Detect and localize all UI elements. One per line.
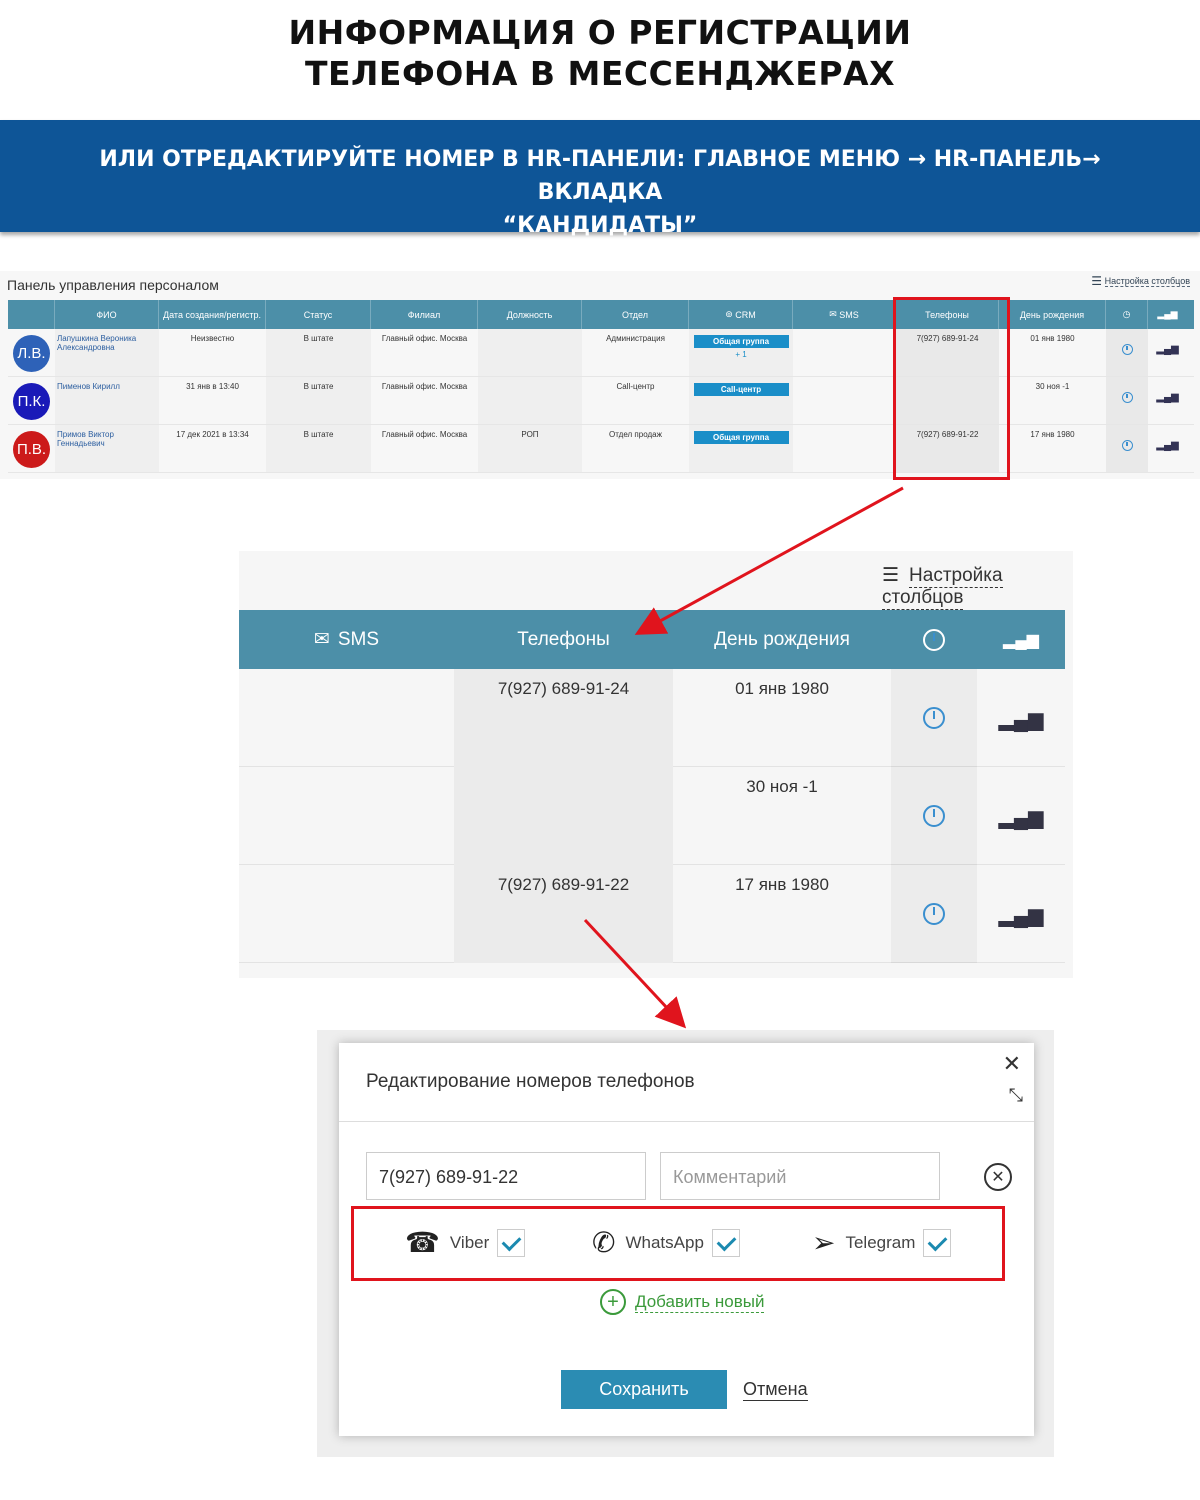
arrow-to-dialog <box>583 918 687 1029</box>
cancel-button[interactable]: Отмена <box>743 1379 808 1401</box>
dialog-divider <box>339 1121 1034 1122</box>
add-new-phone-link[interactable]: + Добавить новый <box>600 1289 765 1315</box>
arrow-to-zoomed <box>634 486 904 635</box>
remove-phone-button[interactable]: ✕ <box>984 1163 1012 1191</box>
comment-input[interactable]: Комментарий <box>660 1152 940 1200</box>
plus-circle-icon: + <box>600 1289 626 1315</box>
add-new-label: Добавить новый <box>635 1291 765 1313</box>
dialog-title: Редактирование номеров телефонов <box>366 1071 695 1092</box>
minimize-icon[interactable]: ⤡ <box>1009 1085 1023 1106</box>
phone-input[interactable]: 7(927) 689-91-22 <box>366 1152 646 1200</box>
close-icon: ✕ <box>991 1169 1005 1186</box>
save-button[interactable]: Сохранить <box>561 1370 727 1409</box>
messengers-highlight <box>351 1206 1005 1281</box>
close-icon[interactable]: ✕ <box>1003 1051 1021 1077</box>
